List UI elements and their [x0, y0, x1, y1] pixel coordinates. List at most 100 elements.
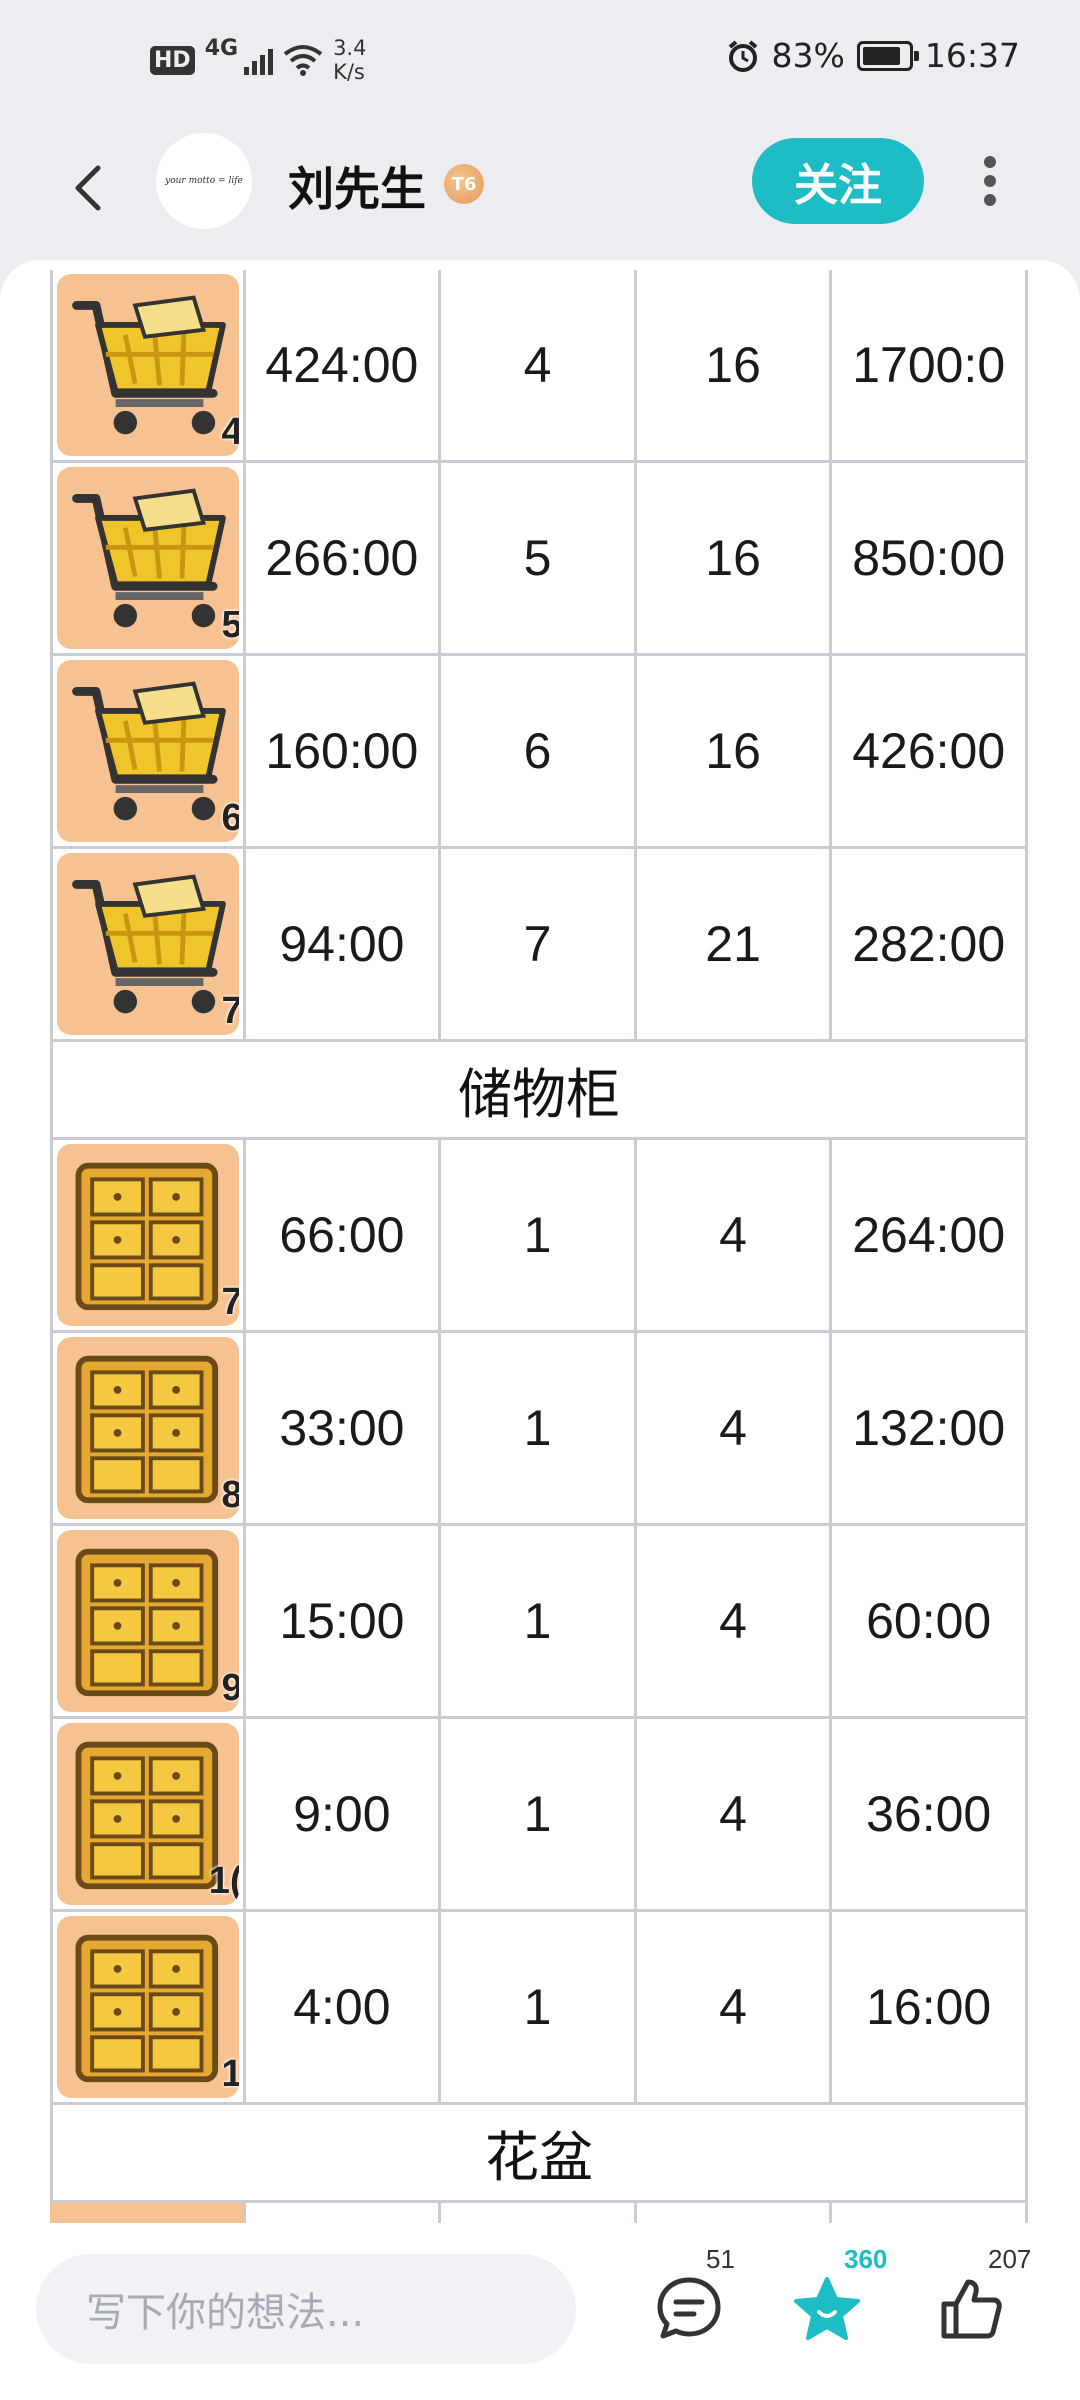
item-level: 4 — [221, 411, 238, 454]
table-cell — [637, 2203, 833, 2223]
table-cell-a: 1 — [441, 1912, 637, 2105]
table-row: 1(9:001436:00 — [50, 1719, 1028, 1912]
locker-icon: 7 — [57, 1144, 239, 1326]
bottom-bar: 写下你的想法... 51 360 207 — [0, 2224, 1080, 2400]
item-level: 5 — [221, 604, 238, 647]
follow-button[interactable]: 关注 — [752, 138, 924, 224]
table-row-partial — [50, 2203, 1028, 2223]
avatar-text: your motto = life — [165, 176, 243, 186]
icon-cell: 8 — [50, 1333, 246, 1526]
item-level: 7 — [221, 990, 238, 1033]
table-row: 6160:00616426:00 — [50, 656, 1028, 849]
username[interactable]: 刘先生 — [288, 153, 426, 219]
table-cell-a: 7 — [441, 849, 637, 1042]
icon-cell: 1 — [50, 1912, 246, 2105]
star-count: 360 — [844, 2244, 888, 2274]
icon-cell: 7 — [50, 849, 246, 1042]
table-row: 4424:004161700:0 — [50, 270, 1028, 463]
cart-icon: 6 — [57, 660, 239, 842]
table-row: 14:001416:00 — [50, 1912, 1028, 2105]
table-cell-b: 4 — [636, 1719, 833, 1912]
table-row: 915:001460:00 — [50, 1526, 1028, 1719]
collect-button[interactable]: 360 — [782, 2244, 887, 2354]
speed-value: 3.4 — [333, 36, 367, 60]
table-cell-b: 4 — [636, 1333, 833, 1526]
more-options-icon[interactable] — [980, 156, 1000, 206]
post-content[interactable]: 4424:004161700:05266:00516850:006160:006… — [0, 260, 1080, 2224]
section-header: 储物柜 — [50, 1042, 1028, 1140]
table-cell-time: 66:00 — [245, 1140, 442, 1333]
alarm-icon — [728, 39, 757, 72]
table-cell-b: 16 — [636, 656, 833, 849]
table-cell-a: 1 — [441, 1140, 637, 1333]
item-level: 8 — [221, 1474, 238, 1517]
table-cell — [50, 2203, 246, 2223]
like-count: 207 — [988, 2244, 1032, 2274]
battery-icon — [856, 40, 919, 71]
avatar[interactable]: your motto = life — [156, 133, 252, 229]
item-level: 1 — [221, 2053, 238, 2096]
item-level: 9 — [221, 1667, 238, 1710]
table-row: 794:00721282:00 — [50, 849, 1028, 1042]
table-cell-total: 36:00 — [832, 1719, 1028, 1912]
item-level: 7 — [221, 1281, 238, 1324]
cart-icon: 5 — [57, 467, 239, 649]
table-cell-b: 16 — [636, 270, 833, 463]
cart-icon: 4 — [57, 274, 239, 456]
locker-icon: 9 — [57, 1530, 239, 1712]
icon-cell: 6 — [50, 656, 246, 849]
table-cell-a: 1 — [441, 1719, 637, 1912]
table-cell-total: 282:00 — [832, 849, 1028, 1042]
table-cell-a: 6 — [441, 656, 637, 849]
item-level: 1( — [208, 1860, 239, 1902]
comment-button[interactable]: 51 — [644, 2244, 735, 2354]
table-cell-a: 1 — [441, 1526, 637, 1719]
locker-icon: 1( — [57, 1723, 239, 1905]
table-cell — [832, 2203, 1028, 2223]
hd-badge: HD — [150, 45, 195, 75]
battery-fill — [862, 46, 900, 65]
battery-percent: 83% — [771, 36, 845, 75]
table-cell-a: 5 — [441, 463, 637, 656]
table-cell-time: 266:00 — [245, 463, 442, 656]
comment-count: 51 — [706, 2244, 735, 2274]
table-cell-b: 21 — [636, 849, 833, 1042]
level-badge: T6 — [444, 164, 484, 204]
cart-icon: 7 — [57, 853, 239, 1035]
table-cell-b: 4 — [636, 1140, 833, 1333]
comment-icon — [657, 2277, 721, 2339]
table-cell-total: 16:00 — [832, 1912, 1028, 2105]
table-cell-a: 4 — [441, 270, 637, 463]
back-arrow-icon[interactable] — [60, 158, 120, 218]
signal-icon — [244, 45, 274, 75]
upgrade-table: 4424:004161700:05266:00516850:006160:006… — [50, 270, 1028, 2223]
table-cell — [441, 2203, 637, 2223]
network-type: 4G — [204, 36, 239, 61]
status-right: 83% 16:37 — [726, 36, 1020, 75]
table-cell-total: 426:00 — [832, 656, 1028, 849]
post-header: your motto = life 刘先生 T6 关注 — [0, 118, 1080, 260]
table-cell-b: 4 — [636, 1526, 833, 1719]
locker-icon: 8 — [57, 1337, 239, 1519]
table-cell-b: 4 — [636, 1912, 833, 2105]
table-cell — [246, 2203, 442, 2223]
thumbs-up-icon — [941, 2279, 1002, 2339]
item-level: 6 — [221, 797, 238, 840]
star-icon — [794, 2277, 860, 2340]
status-left: HD 4G 3.4 K/s — [150, 36, 366, 84]
like-button[interactable]: 207 — [926, 2244, 1031, 2354]
table-cell-total: 1700:0 — [832, 270, 1028, 463]
table-cell-total: 132:00 — [832, 1333, 1028, 1526]
icon-cell: 1( — [50, 1719, 246, 1912]
table-cell-time: 94:00 — [245, 849, 442, 1042]
table-cell-total: 850:00 — [832, 463, 1028, 656]
table-cell-total: 264:00 — [832, 1140, 1028, 1333]
speed-unit: K/s — [333, 60, 365, 84]
icon-cell: 5 — [50, 463, 246, 656]
status-bar: HD 4G 3.4 K/s 83% 16:37 — [0, 0, 1080, 118]
comment-input[interactable]: 写下你的想法... — [36, 2254, 576, 2364]
table-cell-time: 160:00 — [245, 656, 442, 849]
table-row: 833:0014132:00 — [50, 1333, 1028, 1526]
icon-cell: 7 — [50, 1140, 246, 1333]
table-cell-b: 16 — [636, 463, 833, 656]
